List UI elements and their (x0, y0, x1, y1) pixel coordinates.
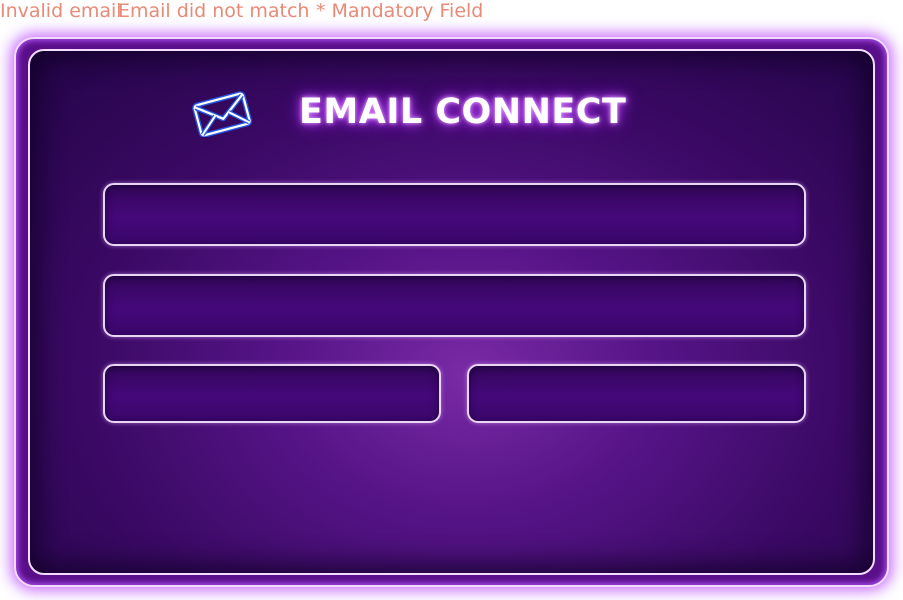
invalid-email-message: Invalid email (0, 0, 122, 22)
form-title: EMAIL CONNECT (299, 92, 627, 132)
form-header: EMAIL CONNECT (30, 51, 873, 151)
email-connect-panel: EMAIL CONNECT (28, 49, 875, 575)
envelope-icon (192, 91, 252, 137)
email-connect-frame: EMAIL CONNECT (14, 37, 889, 587)
confirm-email-input[interactable] (103, 274, 806, 337)
left-input-field[interactable] (103, 364, 441, 423)
right-input-field[interactable] (467, 364, 806, 423)
mandatory-field-message: * Mandatory Field (316, 0, 484, 22)
email-mismatch-message: Email did not match (118, 0, 310, 22)
email-input[interactable] (103, 183, 806, 246)
